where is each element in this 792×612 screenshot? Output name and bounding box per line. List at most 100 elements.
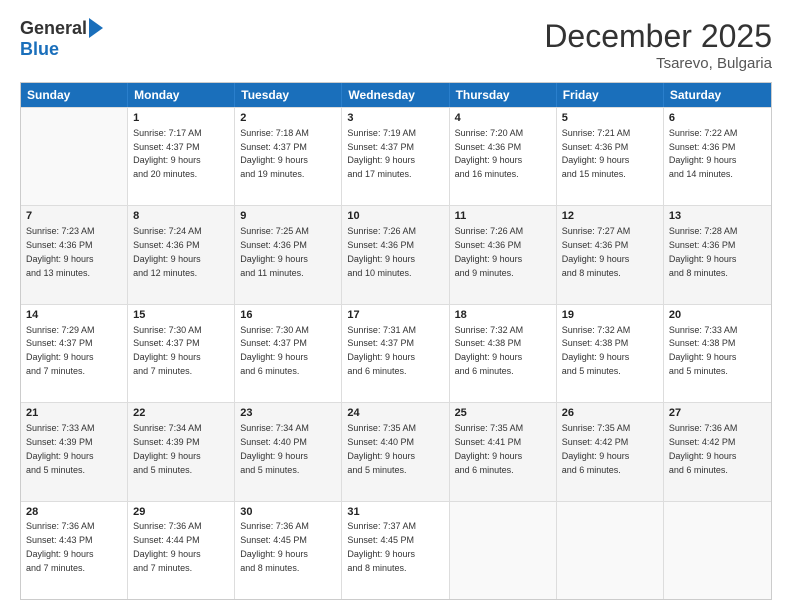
day-info: Sunrise: 7:19 AM Sunset: 4:37 PM Dayligh… bbox=[347, 128, 416, 179]
day-number: 18 bbox=[455, 308, 551, 323]
calendar-header-monday: Monday bbox=[128, 83, 235, 107]
day-number: 4 bbox=[455, 111, 551, 126]
calendar-header-tuesday: Tuesday bbox=[235, 83, 342, 107]
day-number: 31 bbox=[347, 505, 443, 520]
calendar-cell-4-0: 28Sunrise: 7:36 AM Sunset: 4:43 PM Dayli… bbox=[21, 502, 128, 599]
header: General Blue December 2025 Tsarevo, Bulg… bbox=[20, 18, 772, 72]
day-info: Sunrise: 7:31 AM Sunset: 4:37 PM Dayligh… bbox=[347, 325, 416, 376]
day-number: 21 bbox=[26, 406, 122, 421]
day-info: Sunrise: 7:20 AM Sunset: 4:36 PM Dayligh… bbox=[455, 128, 524, 179]
day-number: 29 bbox=[133, 505, 229, 520]
calendar-cell-4-6 bbox=[664, 502, 771, 599]
calendar-cell-0-2: 2 Sunrise: 7:18 AM Sunset: 4:37 PM Daylig… bbox=[235, 108, 342, 205]
calendar-header-thursday: Thursday bbox=[450, 83, 557, 107]
calendar-header: SundayMondayTuesdayWednesdayThursdayFrid… bbox=[21, 83, 771, 107]
day-info: Sunrise: 7:25 AM Sunset: 4:36 PM Dayligh… bbox=[240, 226, 309, 277]
day-info: Sunrise: 7:24 AM Sunset: 4:36 PM Dayligh… bbox=[133, 226, 202, 277]
calendar-cell-3-5: 26Sunrise: 7:35 AM Sunset: 4:42 PM Dayli… bbox=[557, 403, 664, 500]
day-number: 7 bbox=[26, 209, 122, 224]
day-number: 27 bbox=[669, 406, 766, 421]
calendar-cell-3-2: 23 Sunrise: 7:34 AM Sunset: 4:40 PM Dayli… bbox=[235, 403, 342, 500]
calendar: SundayMondayTuesdayWednesdayThursdayFrid… bbox=[20, 82, 772, 600]
day-info: Sunrise: 7:23 AM Sunset: 4:36 PM Dayligh… bbox=[26, 226, 95, 277]
day-number: 19 bbox=[562, 308, 658, 323]
day-info: Sunrise: 7:17 AM Sunset: 4:37 PM Dayligh… bbox=[133, 128, 202, 179]
calendar-cell-2-1: 15 Sunrise: 7:30 AM Sunset: 4:37 PM Dayli… bbox=[128, 305, 235, 402]
day-info: Sunrise: 7:26 AM Sunset: 4:36 PM Dayligh… bbox=[455, 226, 524, 277]
calendar-cell-1-0: 7 Sunrise: 7:23 AM Sunset: 4:36 PM Daylig… bbox=[21, 206, 128, 303]
day-info: Sunrise: 7:35 AM Sunset: 4:41 PM Dayligh… bbox=[455, 423, 524, 474]
calendar-cell-4-5 bbox=[557, 502, 664, 599]
day-number: 8 bbox=[133, 209, 229, 224]
calendar-cell-0-3: 3Sunrise: 7:19 AM Sunset: 4:37 PM Daylig… bbox=[342, 108, 449, 205]
calendar-cell-3-3: 24 Sunrise: 7:35 AM Sunset: 4:40 PM Dayli… bbox=[342, 403, 449, 500]
calendar-body: 1 Sunrise: 7:17 AM Sunset: 4:37 PM Daylig… bbox=[21, 107, 771, 599]
day-info: Sunrise: 7:36 AM Sunset: 4:44 PM Dayligh… bbox=[133, 521, 202, 572]
day-info: Sunrise: 7:30 AM Sunset: 4:37 PM Dayligh… bbox=[133, 325, 202, 376]
calendar-cell-2-6: 20 Sunrise: 7:33 AM Sunset: 4:38 PM Dayli… bbox=[664, 305, 771, 402]
day-info: Sunrise: 7:35 AM Sunset: 4:42 PM Dayligh… bbox=[562, 423, 631, 474]
day-number: 1 bbox=[133, 111, 229, 126]
day-number: 11 bbox=[455, 209, 551, 224]
day-info: Sunrise: 7:35 AM Sunset: 4:40 PM Dayligh… bbox=[347, 423, 416, 474]
calendar-cell-4-2: 30Sunrise: 7:36 AM Sunset: 4:45 PM Dayli… bbox=[235, 502, 342, 599]
logo-general-text: General bbox=[20, 18, 87, 39]
day-number: 9 bbox=[240, 209, 336, 224]
calendar-cell-1-2: 9 Sunrise: 7:25 AM Sunset: 4:36 PM Daylig… bbox=[235, 206, 342, 303]
calendar-cell-2-3: 17 Sunrise: 7:31 AM Sunset: 4:37 PM Dayli… bbox=[342, 305, 449, 402]
calendar-cell-1-5: 12Sunrise: 7:27 AM Sunset: 4:36 PM Dayli… bbox=[557, 206, 664, 303]
calendar-header-friday: Friday bbox=[557, 83, 664, 107]
day-info: Sunrise: 7:34 AM Sunset: 4:40 PM Dayligh… bbox=[240, 423, 309, 474]
day-info: Sunrise: 7:37 AM Sunset: 4:45 PM Dayligh… bbox=[347, 521, 416, 572]
day-number: 10 bbox=[347, 209, 443, 224]
day-info: Sunrise: 7:30 AM Sunset: 4:37 PM Dayligh… bbox=[240, 325, 309, 376]
calendar-header-saturday: Saturday bbox=[664, 83, 771, 107]
day-info: Sunrise: 7:32 AM Sunset: 4:38 PM Dayligh… bbox=[562, 325, 631, 376]
day-info: Sunrise: 7:32 AM Sunset: 4:38 PM Dayligh… bbox=[455, 325, 524, 376]
calendar-cell-3-1: 22Sunrise: 7:34 AM Sunset: 4:39 PM Dayli… bbox=[128, 403, 235, 500]
calendar-cell-0-0 bbox=[21, 108, 128, 205]
day-info: Sunrise: 7:33 AM Sunset: 4:39 PM Dayligh… bbox=[26, 423, 95, 474]
calendar-row-0: 1 Sunrise: 7:17 AM Sunset: 4:37 PM Daylig… bbox=[21, 107, 771, 205]
day-info: Sunrise: 7:33 AM Sunset: 4:38 PM Dayligh… bbox=[669, 325, 738, 376]
day-info: Sunrise: 7:22 AM Sunset: 4:36 PM Dayligh… bbox=[669, 128, 738, 179]
day-number: 16 bbox=[240, 308, 336, 323]
calendar-cell-1-3: 10 Sunrise: 7:26 AM Sunset: 4:36 PM Dayli… bbox=[342, 206, 449, 303]
calendar-header-sunday: Sunday bbox=[21, 83, 128, 107]
calendar-cell-3-4: 25 Sunrise: 7:35 AM Sunset: 4:41 PM Dayli… bbox=[450, 403, 557, 500]
day-number: 12 bbox=[562, 209, 658, 224]
day-info: Sunrise: 7:34 AM Sunset: 4:39 PM Dayligh… bbox=[133, 423, 202, 474]
day-info: Sunrise: 7:36 AM Sunset: 4:43 PM Dayligh… bbox=[26, 521, 95, 572]
day-number: 25 bbox=[455, 406, 551, 421]
day-info: Sunrise: 7:21 AM Sunset: 4:36 PM Dayligh… bbox=[562, 128, 631, 179]
day-number: 14 bbox=[26, 308, 122, 323]
day-info: Sunrise: 7:26 AM Sunset: 4:36 PM Dayligh… bbox=[347, 226, 416, 277]
day-number: 6 bbox=[669, 111, 766, 126]
calendar-cell-0-6: 6 Sunrise: 7:22 AM Sunset: 4:36 PM Daylig… bbox=[664, 108, 771, 205]
day-number: 20 bbox=[669, 308, 766, 323]
day-info: Sunrise: 7:29 AM Sunset: 4:37 PM Dayligh… bbox=[26, 325, 95, 376]
day-number: 24 bbox=[347, 406, 443, 421]
calendar-header-wednesday: Wednesday bbox=[342, 83, 449, 107]
day-number: 30 bbox=[240, 505, 336, 520]
calendar-row-2: 14 Sunrise: 7:29 AM Sunset: 4:37 PM Dayli… bbox=[21, 304, 771, 402]
day-info: Sunrise: 7:36 AM Sunset: 4:45 PM Dayligh… bbox=[240, 521, 309, 572]
calendar-cell-0-1: 1 Sunrise: 7:17 AM Sunset: 4:37 PM Daylig… bbox=[128, 108, 235, 205]
calendar-cell-2-0: 14 Sunrise: 7:29 AM Sunset: 4:37 PM Dayli… bbox=[21, 305, 128, 402]
calendar-row-4: 28Sunrise: 7:36 AM Sunset: 4:43 PM Dayli… bbox=[21, 501, 771, 599]
page: General Blue December 2025 Tsarevo, Bulg… bbox=[0, 0, 792, 612]
day-number: 15 bbox=[133, 308, 229, 323]
logo-arrow-icon bbox=[89, 18, 103, 38]
title-section: December 2025 Tsarevo, Bulgaria bbox=[544, 18, 772, 72]
month-title: December 2025 bbox=[544, 18, 772, 55]
calendar-cell-0-5: 5Sunrise: 7:21 AM Sunset: 4:36 PM Daylig… bbox=[557, 108, 664, 205]
logo-blue-text: Blue bbox=[20, 39, 59, 60]
calendar-row-1: 7 Sunrise: 7:23 AM Sunset: 4:36 PM Daylig… bbox=[21, 205, 771, 303]
calendar-cell-1-4: 11 Sunrise: 7:26 AM Sunset: 4:36 PM Dayli… bbox=[450, 206, 557, 303]
day-info: Sunrise: 7:36 AM Sunset: 4:42 PM Dayligh… bbox=[669, 423, 738, 474]
logo: General Blue bbox=[20, 18, 103, 60]
day-number: 2 bbox=[240, 111, 336, 126]
day-number: 17 bbox=[347, 308, 443, 323]
day-number: 23 bbox=[240, 406, 336, 421]
day-info: Sunrise: 7:18 AM Sunset: 4:37 PM Dayligh… bbox=[240, 128, 309, 179]
